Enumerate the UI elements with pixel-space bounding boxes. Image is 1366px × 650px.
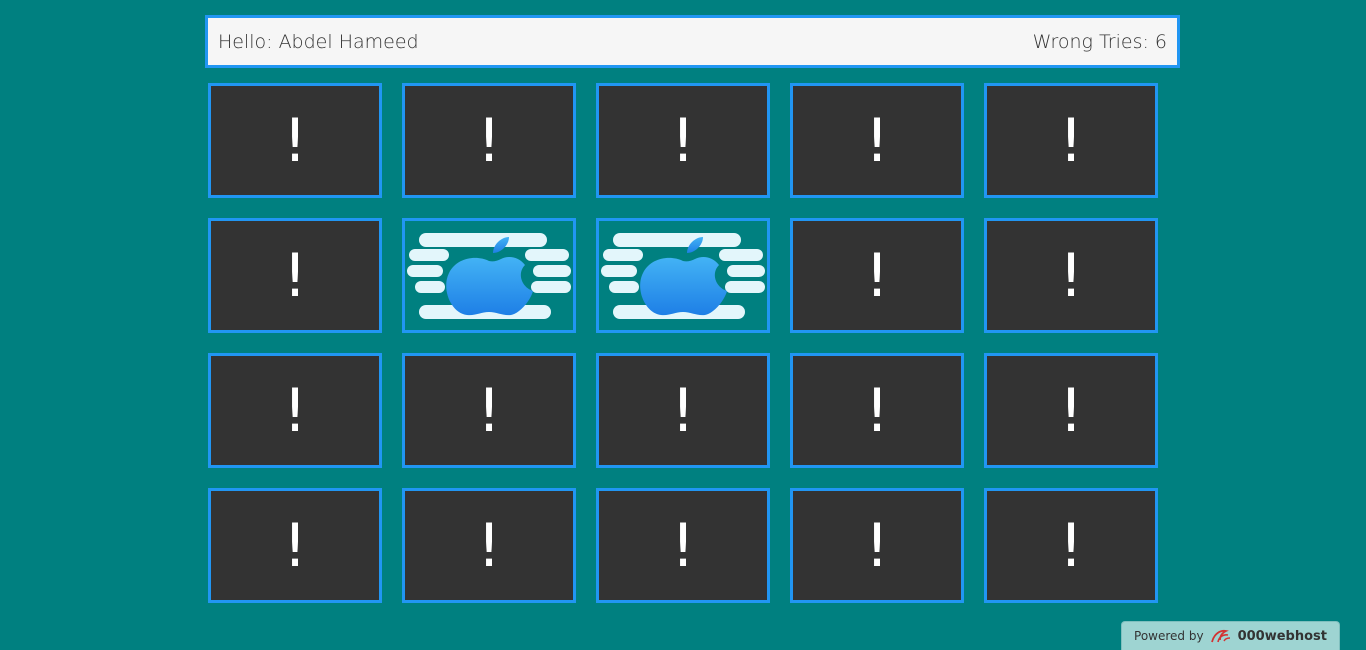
wrong-tries-count: 6 <box>1154 30 1167 53</box>
memory-card[interactable]: ! <box>402 218 576 333</box>
powered-by-badge[interactable]: Powered by 000webhost <box>1121 621 1340 650</box>
card-back-label: ! <box>864 105 890 176</box>
apple-logo-icon <box>407 233 571 319</box>
card-back-label: ! <box>282 240 308 311</box>
card-back-label: ! <box>864 240 890 311</box>
memory-card[interactable]: ! <box>790 488 964 603</box>
card-back-label: ! <box>1058 105 1084 176</box>
apple-logo-icon <box>601 233 765 319</box>
memory-card[interactable]: ! <box>596 353 770 468</box>
brand-name: 000webhost <box>1237 628 1327 644</box>
memory-card[interactable]: ! <box>790 218 964 333</box>
card-back-label: ! <box>1058 375 1084 446</box>
memory-card[interactable]: ! <box>208 218 382 333</box>
card-back-label: ! <box>282 510 308 581</box>
card-back-label: ! <box>670 105 696 176</box>
card-back-label: ! <box>476 105 502 176</box>
memory-card[interactable]: ! <box>596 83 770 198</box>
memory-card[interactable]: ! <box>984 218 1158 333</box>
wrong-tries-label: Wrong Tries: <box>1032 30 1149 53</box>
greeting-label: Hello: <box>218 30 273 53</box>
memory-card[interactable]: ! <box>596 488 770 603</box>
memory-card[interactable]: ! <box>208 353 382 468</box>
memory-card[interactable]: ! <box>596 218 770 333</box>
memory-card[interactable]: ! <box>984 488 1158 603</box>
memory-card[interactable]: ! <box>208 83 382 198</box>
memory-card[interactable]: ! <box>402 83 576 198</box>
card-back-label: ! <box>476 510 502 581</box>
card-back-label: ! <box>282 375 308 446</box>
card-back-label: ! <box>1058 240 1084 311</box>
card-back-label: ! <box>864 510 890 581</box>
card-back-label: ! <box>476 375 502 446</box>
player-name: Abdel Hameed <box>278 30 419 53</box>
card-back-label: ! <box>864 375 890 446</box>
card-back-label: ! <box>1058 510 1084 581</box>
memory-card[interactable]: ! <box>984 353 1158 468</box>
greeting: Hello: Abdel Hameed <box>218 31 419 53</box>
000webhost-logo-icon <box>1210 629 1230 643</box>
memory-card[interactable]: ! <box>984 83 1158 198</box>
info-bar: Hello: Abdel Hameed Wrong Tries: 6 <box>205 15 1180 68</box>
card-back-label: ! <box>670 375 696 446</box>
card-grid: ! ! ! ! ! ! ! ! ! ! ! ! ! ! ! ! ! ! <box>208 83 1158 603</box>
memory-card[interactable]: ! <box>208 488 382 603</box>
memory-card[interactable]: ! <box>402 488 576 603</box>
card-back-label: ! <box>670 510 696 581</box>
memory-card[interactable]: ! <box>402 353 576 468</box>
powered-by-label: Powered by <box>1134 629 1204 643</box>
memory-card[interactable]: ! <box>790 83 964 198</box>
memory-card[interactable]: ! <box>790 353 964 468</box>
wrong-tries: Wrong Tries: 6 <box>1033 31 1167 53</box>
card-back-label: ! <box>282 105 308 176</box>
